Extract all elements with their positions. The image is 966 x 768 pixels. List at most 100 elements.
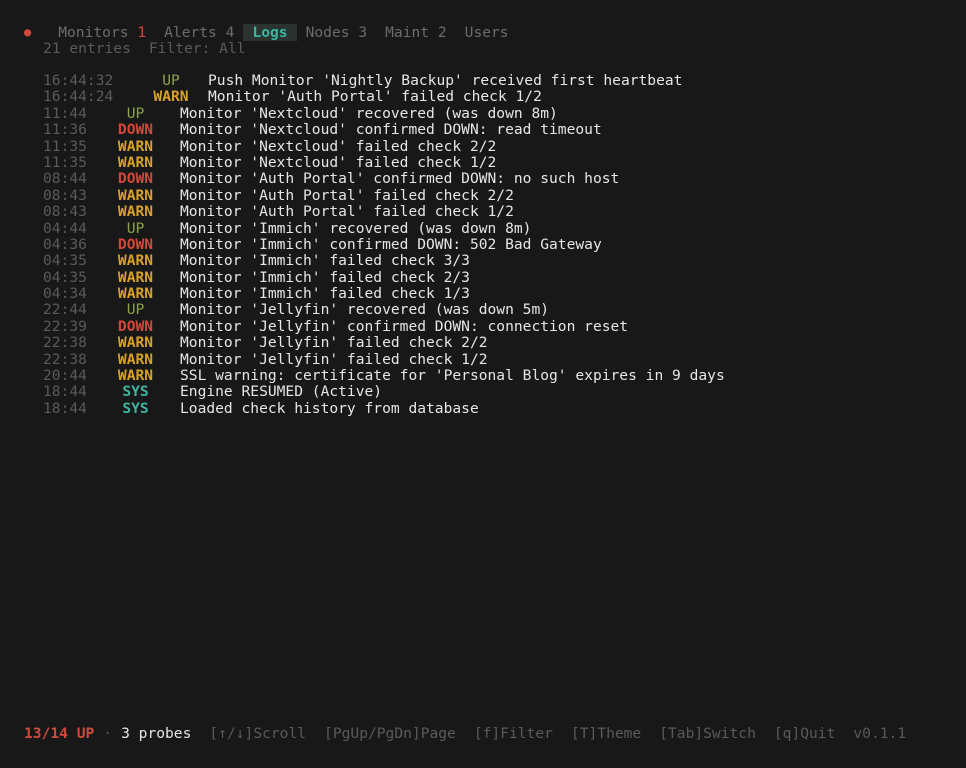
log-level: WARN — [153, 88, 189, 106]
tab-bar: ● Monitors 1 Alerts 4 Logs Nodes 3 Maint… — [24, 24, 518, 41]
tab-monitors[interactable]: Monitors 1 — [49, 24, 155, 41]
tab-count: 1 — [137, 24, 147, 41]
log-row: 22:38 WARN Monitor 'Jellyfin' failed check… — [43, 334, 725, 352]
log-message: Monitor 'Auth Portal' failed check 1/2 — [180, 203, 514, 221]
tab-count: 3 — [358, 24, 368, 41]
log-level: WARN — [117, 350, 154, 368]
log-level: SYS — [122, 383, 149, 401]
log-message: Loaded check history from database — [180, 399, 479, 417]
log-level: UP — [126, 104, 145, 122]
tab-alerts[interactable]: Alerts 4 — [155, 24, 243, 41]
log-level: WARN — [117, 137, 154, 155]
log-message: Monitor 'Jellyfin' recovered (was down 5… — [180, 301, 550, 319]
tab-label: Alerts — [164, 24, 217, 41]
log-time: 04:34 — [43, 285, 87, 303]
log-level: WARN — [117, 153, 154, 171]
log-row: 11:35 WARN Monitor 'Nextcloud' failed chec… — [43, 137, 725, 155]
log-message: Monitor 'Immich' failed check 2/3 — [180, 268, 470, 286]
key-hint-quit[interactable]: [q]Quit — [774, 725, 836, 742]
log-message: Monitor 'Immich' failed check 1/3 — [180, 285, 470, 303]
log-time: 18:44 — [43, 383, 87, 401]
log-row: 08:43 WARN Monitor 'Auth Portal' failed ch… — [43, 186, 725, 204]
version-label: v0.1.1 — [853, 725, 907, 742]
key-hint-theme[interactable]: [T]Theme — [571, 725, 641, 742]
log-row: 18:44 SYS Engine RESUMED (Active) — [43, 383, 725, 401]
log-level: DOWN — [117, 317, 154, 335]
status-dot-icon: ● — [24, 25, 32, 40]
status-bar: 13/14 UP · 3 probes [↑/↓]Scroll [PgUp/Pg… — [24, 725, 907, 742]
log-time: 11:36 — [43, 121, 87, 139]
log-message: Monitor 'Immich' confirmed DOWN: 502 Bad… — [180, 235, 602, 253]
key-hint-scroll[interactable]: [↑/↓]Scroll — [209, 725, 306, 742]
log-time: 04:35 — [43, 252, 87, 270]
log-level: WARN — [117, 334, 154, 352]
log-row: 04:35 WARN Monitor 'Immich' failed check 3… — [43, 252, 725, 270]
log-row: 22:38 WARN Monitor 'Jellyfin' failed check… — [43, 350, 725, 368]
log-row: 04:34 WARN Monitor 'Immich' failed check 1… — [43, 285, 725, 303]
log-row: 08:44 DOWN Monitor 'Auth Portal' confirmed… — [43, 170, 725, 188]
tab-maint[interactable]: Maint 2 — [376, 24, 456, 41]
log-row: 08:43 WARN Monitor 'Auth Portal' failed ch… — [43, 203, 725, 221]
log-level: WARN — [117, 203, 154, 221]
log-time: 04:35 — [43, 268, 87, 286]
log-message: Monitor 'Auth Portal' failed check 2/2 — [180, 186, 514, 204]
log-time: 11:44 — [43, 104, 87, 122]
probe-count: 3 probes — [121, 725, 192, 742]
log-summary: 21 entries Filter: All — [43, 40, 246, 57]
tab-users[interactable]: Users — [456, 24, 518, 41]
log-time: 08:43 — [43, 203, 87, 221]
log-time: 16:44:24 — [43, 88, 114, 106]
log-row: 18:44 SYS Loaded check history from databa… — [43, 399, 725, 417]
tab-count: 4 — [225, 24, 235, 41]
log-time: 16:44:32 — [43, 72, 114, 89]
log-message: Monitor 'Jellyfin' failed check 2/2 — [180, 334, 488, 352]
log-row: 11:35 WARN Monitor 'Nextcloud' failed chec… — [43, 153, 725, 171]
log-time: 22:38 — [43, 350, 87, 368]
log-level: UP — [126, 219, 145, 237]
log-message: Monitor 'Nextcloud' recovered (was down … — [180, 104, 558, 122]
log-level: DOWN — [117, 235, 154, 253]
log-level: WARN — [117, 285, 154, 303]
log-level: WARN — [117, 268, 154, 286]
log-time: 18:44 — [43, 399, 87, 417]
log-message: Monitor 'Jellyfin' confirmed DOWN: conne… — [180, 317, 629, 335]
tab-label: Logs — [252, 24, 288, 41]
up-status: 13/14 UP — [24, 725, 95, 742]
log-message: Monitor 'Nextcloud' confirmed DOWN: read… — [180, 121, 602, 139]
log-level: UP — [162, 72, 180, 89]
log-level: WARN — [117, 252, 154, 270]
log-time: 08:44 — [43, 170, 87, 188]
log-message: Monitor 'Jellyfin' failed check 1/2 — [180, 350, 488, 368]
tab-nodes[interactable]: Nodes 3 — [297, 24, 377, 41]
log-row: 22:44 UP Monitor 'Jellyfin' recovered (was… — [43, 301, 725, 319]
log-row: 16:44:24 WARN Monitor 'Auth Portal' failed… — [43, 88, 725, 106]
log-row: 22:39 DOWN Monitor 'Jellyfin' confirmed DO… — [43, 317, 725, 335]
filter-status: Filter: All — [148, 40, 246, 57]
log-time: 04:36 — [43, 235, 87, 253]
log-time: 20:44 — [43, 367, 87, 385]
log-level: DOWN — [117, 170, 154, 188]
log-row: 16:44:32 UP Push Monitor 'Nightly Backup' … — [43, 72, 725, 89]
log-message: Monitor 'Immich' failed check 3/3 — [180, 252, 470, 270]
key-hint-page[interactable]: [PgUp/PgDn]Page — [324, 725, 456, 742]
tab-logs[interactable]: Logs — [243, 24, 297, 41]
log-list[interactable]: 16:44:32 UP Push Monitor 'Nightly Backup' … — [43, 72, 725, 417]
log-level: UP — [126, 301, 145, 319]
log-message: Monitor 'Auth Portal' confirmed DOWN: no… — [180, 170, 620, 188]
log-row: 20:44 WARN SSL warning: certificate for 'P… — [43, 367, 725, 385]
key-hint-filter[interactable]: [f]Filter — [474, 725, 553, 742]
log-level: SYS — [122, 399, 149, 417]
tab-label: Monitors — [58, 24, 129, 41]
log-row: 04:35 WARN Monitor 'Immich' failed check 2… — [43, 268, 725, 286]
log-message: Monitor 'Nextcloud' failed check 2/2 — [180, 137, 497, 155]
log-message: Monitor 'Auth Portal' failed check 1/2 — [208, 88, 542, 106]
log-time: 22:39 — [43, 317, 87, 335]
log-message: Monitor 'Nextcloud' failed check 1/2 — [180, 153, 497, 171]
tab-label: Maint — [385, 24, 430, 41]
log-row: 11:44 UP Monitor 'Nextcloud' recovered (wa… — [43, 104, 725, 122]
separator: · — [103, 725, 113, 742]
log-time: 11:35 — [43, 153, 87, 171]
log-message: Push Monitor 'Nightly Backup' received f… — [208, 72, 683, 89]
key-hint-switch[interactable]: [Tab]Switch — [659, 725, 756, 742]
log-time: 22:38 — [43, 334, 87, 352]
